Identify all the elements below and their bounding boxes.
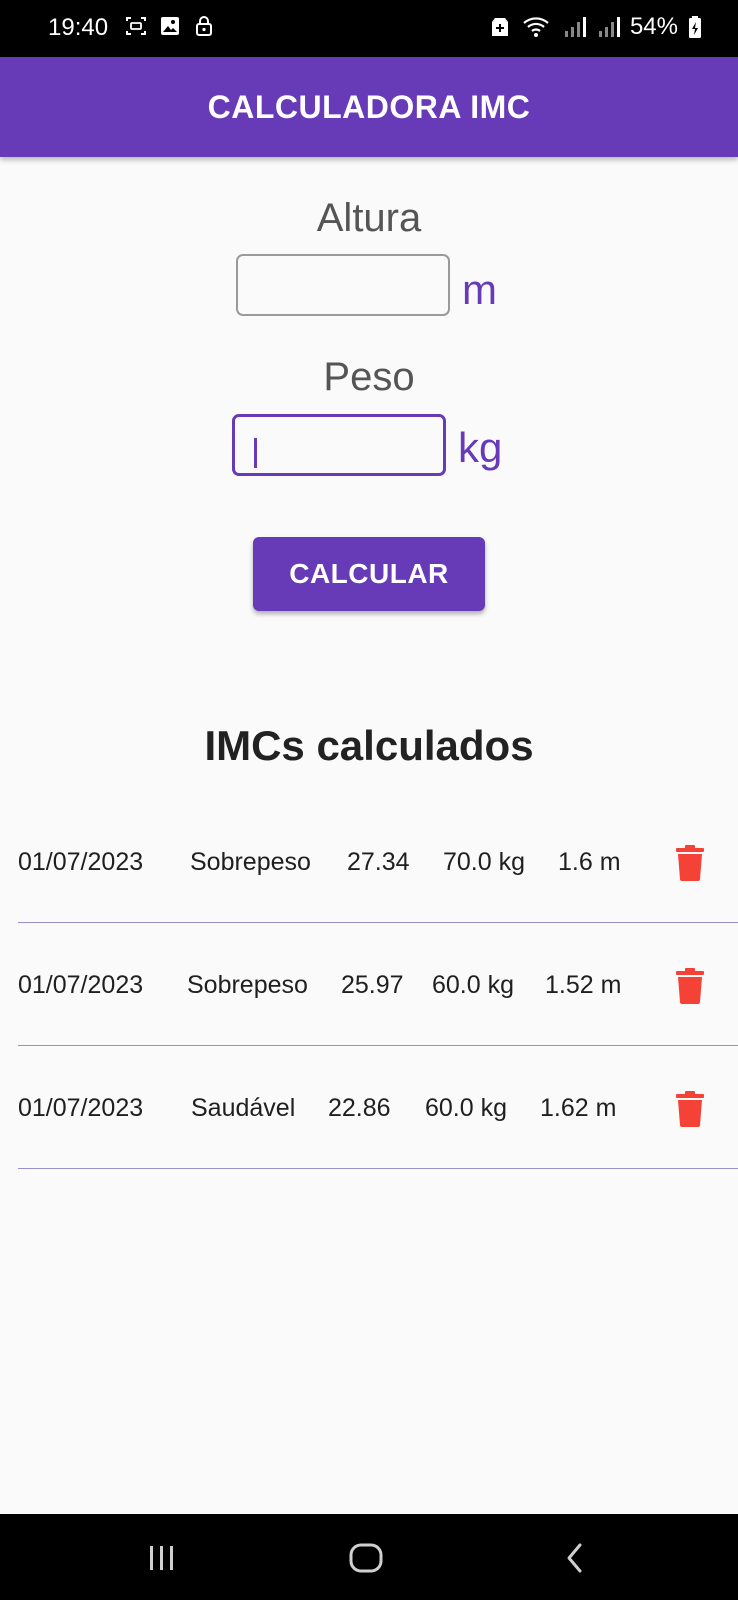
text-caret: [254, 438, 257, 468]
item-imc: 25.97: [341, 971, 404, 999]
item-category: Saudável: [191, 1094, 296, 1122]
status-time: 19:40: [48, 14, 109, 41]
navigation-bar: [0, 1514, 738, 1600]
peso-label: Peso: [323, 355, 415, 399]
delete-icon[interactable]: [670, 966, 710, 1006]
image-icon: [158, 14, 182, 38]
back-icon[interactable]: [555, 1538, 595, 1578]
status-bar: 19:40 54%: [0, 0, 738, 57]
battery-icon: [688, 15, 702, 39]
signal-icon: [562, 15, 586, 39]
delete-icon[interactable]: [670, 1089, 710, 1129]
signal-icon: [596, 15, 620, 39]
item-height: 1.62 m: [540, 1094, 617, 1122]
lock-icon: [192, 14, 216, 38]
list-item: 01/07/2023 Sobrepeso 25.97 60.0 kg 1.52 …: [18, 923, 738, 1046]
home-icon[interactable]: [346, 1538, 386, 1578]
battery-percent: 54%: [629, 13, 678, 40]
item-date: 01/07/2023: [18, 1094, 144, 1122]
history-title: IMCs calculados: [204, 722, 534, 769]
item-weight: 60.0 kg: [425, 1094, 508, 1122]
screen-record-icon: [124, 14, 148, 38]
item-imc: 22.86: [328, 1094, 391, 1122]
wifi-icon: [522, 15, 552, 39]
item-height: 1.6 m: [558, 848, 621, 876]
list-item: 01/07/2023 Saudável 22.86 60.0 kg 1.62 m: [18, 1046, 738, 1169]
altura-input[interactable]: [236, 254, 450, 316]
data-saver-icon: [488, 15, 512, 39]
imc-history-list: 01/07/2023 Sobrepeso 27.34 70.0 kg 1.6 m…: [18, 800, 738, 1169]
altura-label: Altura: [316, 196, 422, 240]
altura-unit: m: [462, 266, 497, 313]
calcular-button[interactable]: CALCULAR: [253, 537, 485, 611]
list-item: 01/07/2023 Sobrepeso 27.34 70.0 kg 1.6 m: [18, 800, 738, 923]
app-bar: CALCULADORA IMC: [0, 57, 738, 157]
app-title: CALCULADORA IMC: [207, 88, 531, 125]
peso-input[interactable]: [232, 414, 446, 476]
item-date: 01/07/2023: [18, 971, 144, 999]
item-category: Sobrepeso: [187, 971, 308, 999]
item-category: Sobrepeso: [190, 848, 311, 876]
item-height: 1.52 m: [545, 971, 622, 999]
peso-unit: kg: [458, 424, 503, 471]
delete-icon[interactable]: [670, 843, 710, 883]
item-date: 01/07/2023: [18, 848, 144, 876]
recents-icon[interactable]: [142, 1538, 182, 1578]
item-weight: 70.0 kg: [443, 848, 526, 876]
item-imc: 27.34: [347, 848, 410, 876]
item-weight: 60.0 kg: [432, 971, 515, 999]
